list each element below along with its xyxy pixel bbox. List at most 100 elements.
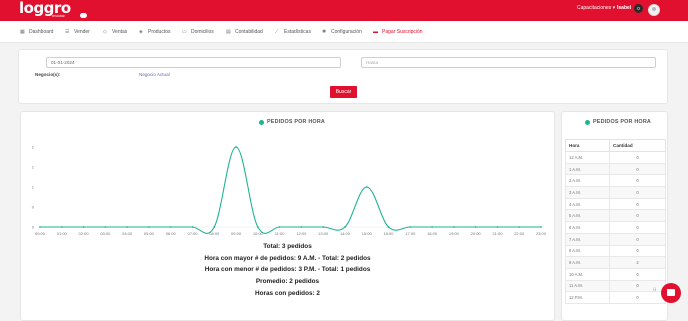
filter-card: 01-01-2024 Hasta Negocio(s): Negocio Act… — [18, 49, 668, 104]
table-cell-cantidad: 0 — [609, 151, 666, 164]
x-tick-label: 16:00 — [384, 231, 395, 236]
negocio-actual-link[interactable]: Negocio Actual — [139, 72, 170, 77]
date-input[interactable]: 01-01-2024 — [46, 57, 341, 68]
nav-item-estadisticas[interactable]: ⟋ Estadísticas — [275, 29, 311, 35]
credit-card-icon: ▬ — [373, 28, 378, 35]
hasta-input[interactable]: Hasta — [361, 57, 656, 68]
negocios-label: Negocio(s): — [35, 72, 61, 77]
y-tick-label: 1 — [32, 185, 35, 190]
x-tick-label: 22:00 — [514, 231, 525, 236]
table-cell-cantidad: 0 — [609, 174, 666, 188]
data-point[interactable] — [169, 226, 172, 228]
x-tick-label: 02:00 — [79, 231, 90, 236]
table-cell-hora: 1 A.M. — [565, 162, 610, 176]
x-tick-label: 07:00 — [187, 231, 198, 236]
data-point[interactable] — [518, 226, 521, 228]
data-point[interactable] — [452, 226, 455, 228]
x-tick-label: 19:00 — [449, 231, 460, 236]
table-header-cantidad: Cantidad — [609, 139, 666, 152]
x-tick-label: 13:00 — [318, 231, 329, 236]
nav-item-vender[interactable]: ☰ Vender — [65, 29, 90, 35]
x-tick-label: 06:00 — [166, 231, 177, 236]
table-cell-cantidad: 0 — [609, 186, 666, 199]
data-point[interactable] — [39, 226, 41, 228]
table-cell-cantidad: 2 — [609, 256, 666, 269]
data-point[interactable] — [322, 226, 325, 228]
table-cell-hora: 3 A.M. — [565, 186, 610, 199]
data-point[interactable] — [496, 226, 499, 228]
table-cell-cantidad: 0 — [609, 279, 666, 293]
table-title: PEDIDOS POR HORA — [585, 119, 651, 125]
table-row: 9 A.M. 2 — [565, 256, 666, 269]
data-point[interactable] — [60, 226, 63, 228]
table-row: 10 A.M. 0 — [565, 267, 666, 281]
table-row: 3 A.M. 0 — [565, 186, 666, 199]
data-point[interactable] — [387, 226, 390, 228]
dashboard-icon: ▦ — [20, 28, 25, 35]
nav-item-productos[interactable]: ◈ Productos — [139, 29, 171, 35]
data-point[interactable] — [191, 226, 194, 228]
table-row: 11 A.M. 0 — [565, 279, 666, 293]
nav-item-pagar-suscripcion[interactable]: ▬ Pagar Suscripción — [373, 29, 423, 35]
data-point[interactable] — [474, 226, 477, 228]
x-tick-label: 04:00 — [122, 231, 133, 236]
data-point[interactable] — [148, 226, 150, 228]
x-tick-label: 05:00 — [144, 231, 155, 236]
x-tick-label: 11:00 — [275, 231, 285, 236]
summary-promedio: Promedio: 2 pedidos — [255, 278, 320, 285]
x-tick-label: 14:00 — [340, 231, 351, 236]
table-cell-hora: 9 A.M. — [565, 256, 610, 269]
table-row: 4 A.M. 0 — [565, 197, 666, 211]
avatar[interactable] — [648, 4, 660, 16]
nav-item-domicilios[interactable]: ▭ Domicilios — [182, 29, 214, 35]
table-cell-cantidad: 0 — [609, 209, 666, 223]
x-tick-label: 23:00 — [536, 231, 547, 236]
data-point[interactable] — [431, 226, 433, 228]
data-point[interactable] — [126, 226, 129, 228]
nav-item-contabilidad[interactable]: ▤ Contabilidad — [226, 29, 263, 35]
box-icon: ◈ — [139, 28, 143, 35]
table-row: 12 A.M. 0 — [565, 151, 666, 164]
table-cell-cantidad: 0 — [609, 267, 666, 281]
notification-badge[interactable]: 0 — [634, 4, 643, 13]
data-point[interactable] — [104, 226, 107, 228]
logo-subtext: restobar — [52, 14, 65, 18]
x-tick-label: 17:00 — [405, 231, 416, 236]
data-point[interactable] — [300, 226, 303, 228]
x-tick-label: 09:00 — [231, 231, 242, 236]
nav-item-configuracion[interactable]: ✱ Configuración — [322, 29, 362, 35]
data-point[interactable] — [540, 226, 542, 228]
logo-badge-icon — [80, 13, 87, 18]
data-point[interactable] — [409, 226, 412, 228]
summary-mayor: Hora con mayor # de pedidos: 9 A.M. - To… — [204, 255, 371, 262]
data-point[interactable] — [256, 226, 259, 228]
table-row: 12 P.M. 0 — [565, 291, 666, 304]
summary-total: Total: 3 pedidos — [263, 243, 312, 250]
table-row: 1 A.M. 0 — [565, 162, 666, 176]
user-name[interactable]: Isabel — [617, 5, 631, 11]
table-row: 2 A.M. 0 — [565, 174, 666, 188]
series-line — [39, 146, 541, 234]
y-tick-label: 2 — [32, 145, 35, 150]
table-cell-hora: 5 A.M. — [565, 209, 610, 223]
nav-item-ventas[interactable]: ◇ Ventas — [103, 29, 127, 35]
document-icon: ▤ — [226, 28, 231, 35]
y-tick-label: 1 — [32, 165, 35, 170]
table-header-hora: Hora — [565, 139, 610, 152]
data-point[interactable] — [235, 146, 237, 148]
data-point[interactable] — [278, 226, 281, 228]
pedidos-table: Hora Cantidad 12 A.M. 0 1 A.M. 0 2 A.M. 0 3 A.… — [565, 139, 666, 304]
y-tick-label: 0 — [32, 225, 35, 230]
data-point[interactable] — [344, 226, 346, 228]
data-point[interactable] — [82, 226, 85, 228]
data-point[interactable] — [213, 226, 216, 228]
drag-handle-icon[interactable]: ⁝⁝ — [653, 288, 657, 299]
search-button[interactable]: Buscar — [330, 86, 357, 98]
nav-item-dashboard[interactable]: ▦ Dashboard — [20, 29, 53, 35]
trend-icon: ⟋ — [275, 28, 279, 35]
capacitaciones-dropdown[interactable]: Capacitaciones ▾ — [577, 5, 615, 11]
data-point[interactable] — [365, 186, 368, 188]
summary-menor: Hora con menor # de pedidos: 3 P.M. - To… — [204, 266, 371, 273]
table-cell-hora: 6 A.M. — [565, 221, 610, 234]
chat-button[interactable] — [661, 283, 681, 303]
